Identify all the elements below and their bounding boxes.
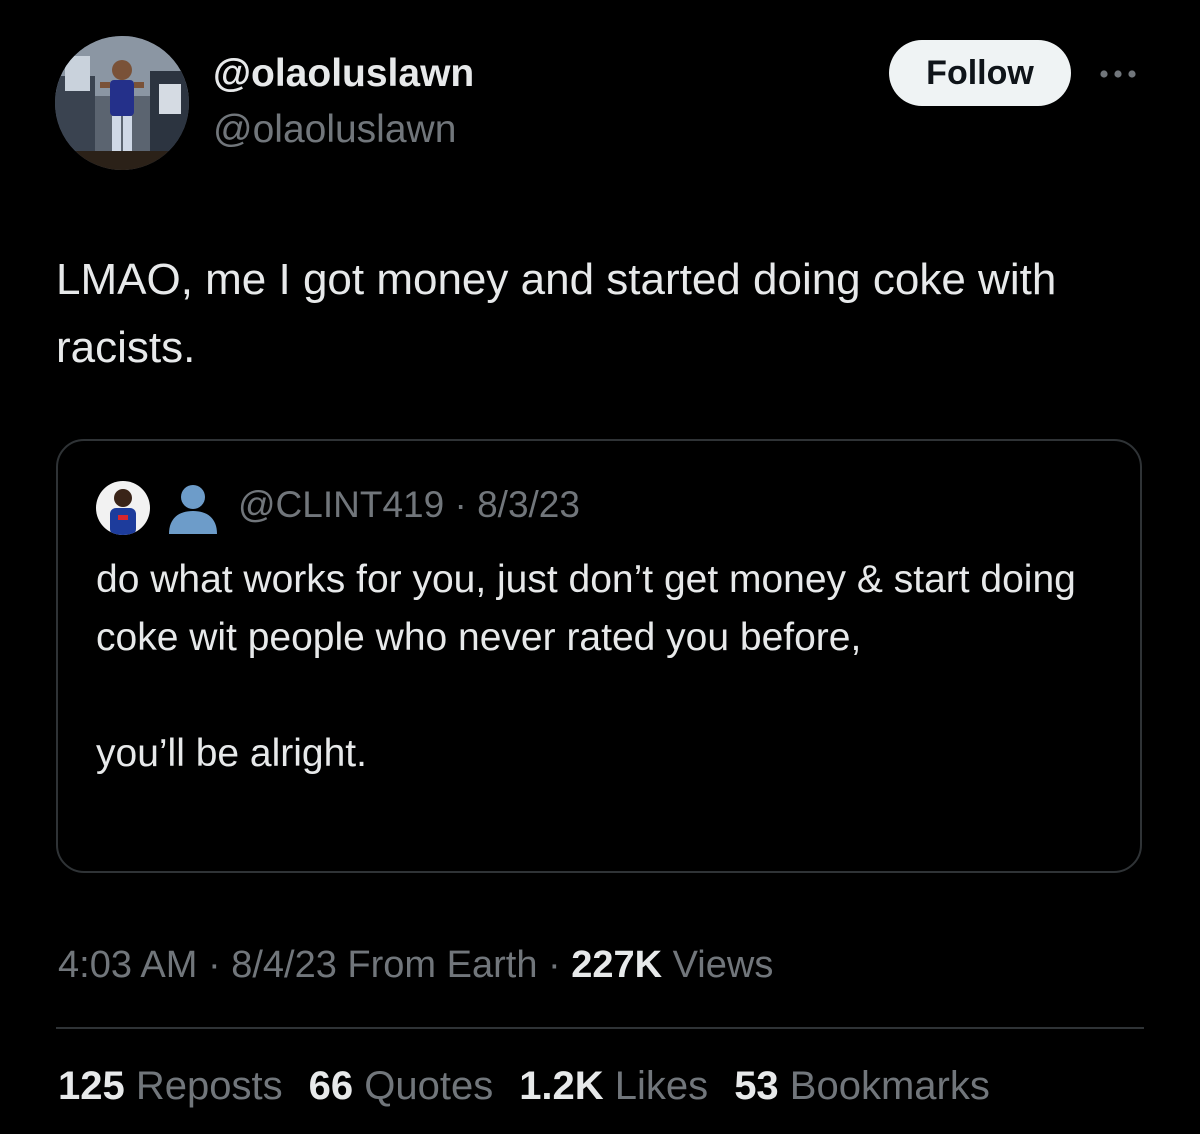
profile-photo-icon [96,481,150,535]
quoted-author-avatar[interactable] [96,481,150,535]
quoted-tweet-text: do what works for you, just don’t get mo… [96,551,1116,783]
follow-button[interactable]: Follow [889,40,1071,106]
stat-label: Likes [603,1064,709,1108]
tweet-text: LMAO, me I got money and started doing c… [56,255,1057,372]
engagement-stats: 125 Reposts 66 Quotes 1.2K Likes 53 Book… [58,1064,990,1109]
meta-separator: · [444,484,478,525]
tweet-meta: 4:03 AM · 8/4/23 From Earth · 227K Views [58,944,773,987]
quoted-tweet-paragraph: you’ll be alright. [96,732,367,775]
quoted-tweet-paragraph: do what works for you, just don’t get mo… [96,558,1076,659]
quotes-stat[interactable]: 66 Quotes [309,1064,494,1109]
stat-count: 66 [308,1064,354,1108]
stat-label: Reposts [124,1064,283,1108]
views-label[interactable]: Views [662,944,774,986]
bookmarks-stat[interactable]: 53 Bookmarks [734,1064,990,1109]
likes-stat[interactable]: 1.2K Likes [519,1064,708,1109]
author-handle[interactable]: @olaoluslawn [213,108,456,152]
reposts-stat[interactable]: 125 Reposts [58,1064,283,1109]
more-horizontal-icon[interactable] [1098,62,1142,86]
author-display-name[interactable]: @olaoluslawn [213,52,474,96]
tweet-time[interactable]: 4:03 AM [58,944,197,986]
meta-separator: · [197,944,232,986]
divider [56,1027,1144,1029]
stat-label: Bookmarks [778,1064,990,1108]
stat-count: 53 [734,1064,779,1108]
profile-photo-icon [55,36,189,170]
author-avatar[interactable] [55,36,189,170]
meta-separator: · [537,944,572,986]
quoted-author-handle[interactable]: @CLINT419 [238,484,444,525]
stat-count: 1.2K [519,1064,604,1108]
quoted-tweet-meta: @CLINT419 · 8/3/23 [238,484,580,526]
stat-count: 125 [58,1064,125,1108]
quoted-tweet-date[interactable]: 8/3/23 [477,484,580,525]
person-silhouette-icon [165,482,221,536]
stat-label: Quotes [353,1064,494,1108]
views-count[interactable]: 227K [571,944,662,986]
tweet-date-source[interactable]: 8/4/23 From Earth [231,944,537,986]
